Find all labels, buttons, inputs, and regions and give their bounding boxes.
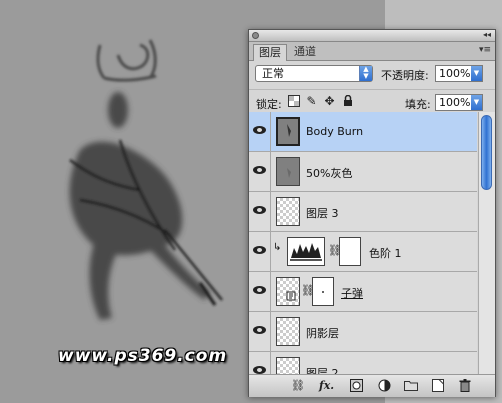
layer-mask-thumbnail — [312, 277, 334, 306]
blend-mode-stepper-icon[interactable]: ▲ ▼ — [359, 66, 372, 81]
visibility-eye-icon[interactable] — [249, 192, 271, 231]
layer-name: Body Burn — [306, 125, 364, 138]
delete-icon[interactable] — [458, 379, 472, 393]
blend-row: 正常 ▲ ▼ 不透明度: 100% ▼ — [249, 61, 495, 89]
visibility-eye-icon[interactable] — [249, 272, 271, 311]
tab-channels[interactable]: 通道 — [289, 44, 321, 60]
layer-row-shadow[interactable]: 阴影层 — [249, 312, 477, 352]
link-layers-icon[interactable]: ⛓ — [291, 379, 305, 393]
opacity-dropdown-icon[interactable]: ▼ — [471, 66, 482, 81]
lock-transparent-icon[interactable] — [287, 95, 300, 108]
scrollbar-thumb[interactable] — [481, 115, 492, 190]
visibility-eye-icon[interactable] — [249, 152, 271, 191]
opacity-value: 100% — [439, 67, 471, 80]
visibility-eye-icon[interactable] — [249, 232, 271, 271]
fill-dropdown-icon[interactable]: ▼ — [471, 95, 482, 110]
panel-titlebar[interactable]: ◂◂ — [249, 30, 495, 42]
clipping-arrow-icon: ↳ — [273, 242, 282, 253]
panel-tab-bar: 图层 通道 ▾≡ — [249, 42, 495, 61]
fill-label: 填充: — [405, 98, 431, 111]
fill-field[interactable]: 100% ▼ — [435, 94, 483, 111]
layer-name: 色阶 1 — [369, 247, 402, 260]
tab-layers[interactable]: 图层 — [253, 44, 287, 61]
layer-thumbnail — [276, 357, 300, 374]
layers-panel: ◂◂ 图层 通道 ▾≡ 正常 ▲ ▼ 不透明度: 100% ▼ 锁定: ✎ ✥ 填… — [248, 29, 496, 397]
blend-mode-value: 正常 — [262, 67, 284, 80]
lock-all-icon[interactable] — [341, 94, 354, 108]
panel-menu-icon[interactable]: ▾≡ — [479, 45, 491, 55]
fill-value: 100% — [439, 96, 471, 109]
visibility-eye-icon[interactable] — [249, 112, 271, 151]
lock-label: 锁定: — [256, 98, 282, 111]
lock-brush-icon[interactable]: ✎ — [305, 95, 318, 108]
new-group-icon[interactable] — [404, 379, 418, 393]
new-layer-icon[interactable] — [431, 379, 445, 393]
blend-mode-select[interactable]: 正常 ▲ ▼ — [255, 65, 373, 82]
visibility-eye-icon[interactable] — [249, 352, 271, 374]
add-mask-icon[interactable] — [349, 379, 363, 393]
collapse-panel-icon[interactable]: ◂◂ — [483, 30, 491, 39]
layer-list[interactable]: Body Burn 50%灰色 图层 3 ↳ ⛓ 色阶 1 ⛓ 子弹 阴影层 图… — [249, 112, 477, 374]
layer-thumbnail — [276, 197, 300, 226]
watermark-text: www.ps369.com — [58, 346, 228, 366]
layer-thumbnail — [276, 117, 300, 146]
layer-row-bullet[interactable]: ⛓ 子弹 — [249, 272, 477, 312]
opacity-field[interactable]: 100% ▼ — [435, 65, 483, 82]
layer-row-layer-3[interactable]: 图层 3 — [249, 192, 477, 232]
layer-row-levels-1[interactable]: ↳ ⛓ 色阶 1 — [249, 232, 477, 272]
opacity-label: 不透明度: — [381, 69, 429, 82]
layer-row-50-grey[interactable]: 50%灰色 — [249, 152, 477, 192]
close-panel-icon[interactable] — [252, 32, 259, 39]
layer-thumbnail — [276, 277, 300, 306]
layer-thumbnail — [276, 157, 300, 186]
layer-name: 50%灰色 — [306, 167, 353, 180]
levels-adjustment-icon — [287, 237, 325, 266]
fx-icon[interactable]: fx. — [319, 379, 334, 393]
layer-thumbnail — [276, 317, 300, 346]
panel-bottom-toolbar: ⛓ fx. — [249, 374, 495, 397]
layer-name: 子弹 — [341, 287, 363, 300]
layer-name: 阴影层 — [306, 327, 339, 340]
layer-list-scrollbar[interactable] — [478, 112, 495, 374]
layer-mask-thumbnail — [339, 237, 361, 266]
layer-row-body-burn[interactable]: Body Burn — [249, 112, 477, 152]
layer-row-layer-2[interactable]: 图层 2 — [249, 352, 477, 374]
visibility-eye-icon[interactable] — [249, 312, 271, 351]
adjustment-layer-icon[interactable] — [377, 379, 391, 393]
layer-name: 图层 3 — [306, 207, 339, 220]
lock-move-icon[interactable]: ✥ — [323, 95, 336, 108]
layer-name: 图层 2 — [306, 367, 339, 374]
